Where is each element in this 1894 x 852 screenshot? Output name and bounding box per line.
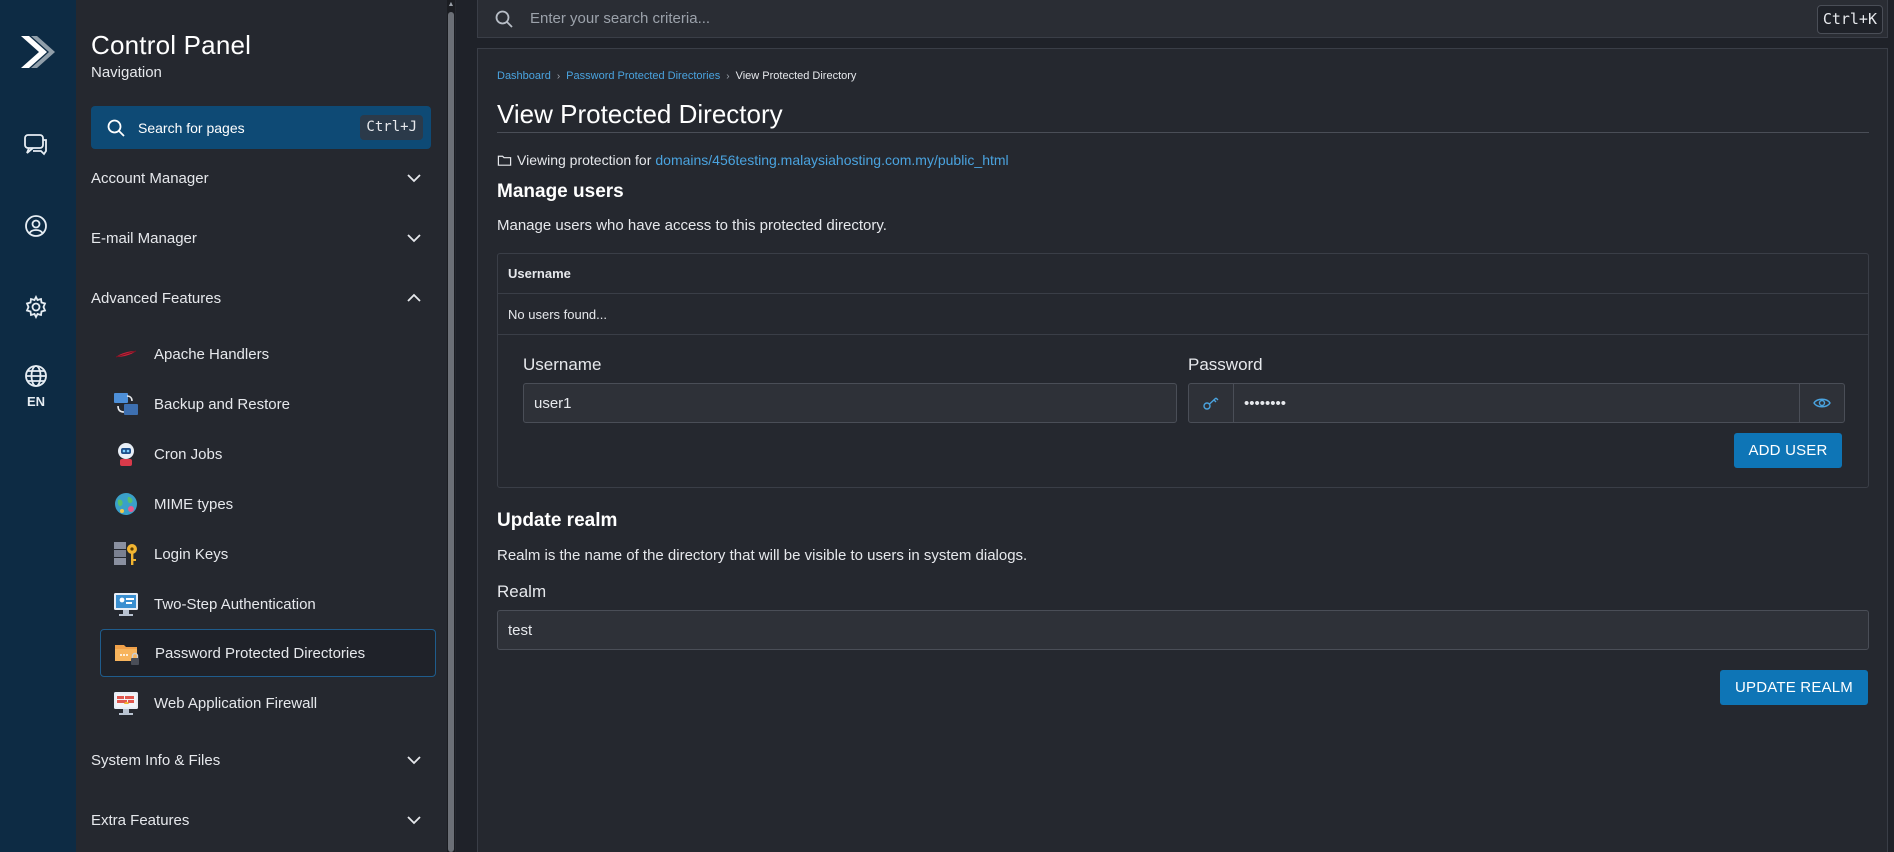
sidebar-item-label: Apache Handlers — [154, 345, 270, 363]
sidebar-item-label: Login Keys — [154, 545, 229, 563]
section-account-manager[interactable]: Account Manager — [91, 163, 423, 193]
user-circle-icon[interactable] — [20, 210, 52, 242]
sidebar-item-label: Password Protected Directories — [155, 644, 366, 662]
title-divider — [497, 132, 1869, 133]
chat-icon[interactable] — [20, 129, 52, 161]
section-extra-features[interactable]: Extra Features — [91, 805, 423, 835]
section-label: E-mail Manager — [91, 229, 197, 247]
section-email-manager[interactable]: E-mail Manager — [91, 223, 423, 253]
panel-title: Control Panel — [91, 30, 252, 60]
section-label: Extra Features — [91, 811, 190, 829]
sidebar-item-label: Two-Step Authentication — [154, 595, 316, 613]
users-table-header: Username — [498, 254, 1868, 294]
logo-icon[interactable] — [17, 32, 55, 72]
eye-icon — [1813, 398, 1831, 408]
main-content: Dashboard › Password Protected Directori… — [477, 48, 1888, 852]
sidebar-item-label: Backup and Restore — [154, 395, 290, 413]
monitor-icon — [112, 590, 140, 618]
folder-icon — [497, 155, 512, 166]
breadcrumb-link-password-protected-directories[interactable]: Password Protected Directories — [566, 70, 720, 82]
search-pages-button[interactable]: Search for pages Ctrl+J — [91, 106, 431, 149]
manage-users-description: Manage users who have access to this pro… — [497, 217, 887, 234]
sidebar-item-web-application-firewall[interactable]: Web Application Firewall — [100, 679, 436, 727]
key-icon — [112, 540, 140, 568]
search-icon — [107, 119, 125, 137]
section-label: Account Manager — [91, 169, 209, 187]
sidebar-item-label: MIME types — [154, 495, 234, 513]
chevron-down-icon — [407, 174, 421, 183]
breadcrumb-current: View Protected Directory — [735, 70, 857, 82]
sidebar-item-login-keys[interactable]: Login Keys — [100, 530, 436, 578]
viewing-prefix: Viewing protection for — [517, 152, 652, 168]
breadcrumb-link-dashboard[interactable]: Dashboard — [497, 70, 551, 82]
sidebar-item-password-protected-directories[interactable]: Password Protected Directories — [100, 629, 436, 677]
add-user-button[interactable]: ADD USER — [1734, 433, 1842, 468]
users-panel: Username No users found... Username Pass… — [497, 253, 1869, 488]
firewall-icon — [112, 689, 140, 717]
chevron-up-icon — [407, 293, 421, 302]
breadcrumb: Dashboard › Password Protected Directori… — [497, 70, 856, 82]
generate-password-button[interactable] — [1188, 383, 1234, 423]
chevron-down-icon — [407, 816, 421, 825]
sidebar-item-mime-types[interactable]: MIME types — [100, 480, 436, 528]
section-advanced-features[interactable]: Advanced Features — [91, 283, 423, 313]
username-label: Username — [523, 355, 602, 374]
nav-scrollbar[interactable]: ▲ — [447, 0, 455, 852]
users-table-empty: No users found... — [498, 294, 1868, 335]
mime-globe-icon — [112, 490, 140, 518]
feather-icon — [112, 340, 140, 368]
password-field[interactable] — [1233, 383, 1800, 423]
viewing-protection-line: Viewing protection for domains/456testin… — [497, 152, 1009, 168]
icon-rail: EN — [0, 0, 76, 852]
chevron-down-icon — [407, 756, 421, 765]
search-pages-label: Search for pages — [138, 119, 245, 136]
chevron-right-icon: › — [726, 70, 730, 82]
username-field[interactable] — [523, 383, 1177, 423]
globe-icon[interactable] — [20, 360, 52, 392]
sidebar-item-cron-jobs[interactable]: Cron Jobs — [100, 430, 436, 478]
section-label: Advanced Features — [91, 289, 222, 307]
page-title: View Protected Directory — [497, 99, 783, 129]
gear-icon[interactable] — [20, 291, 52, 323]
chevron-down-icon — [407, 234, 421, 243]
global-search-bar[interactable]: Enter your search criteria... Ctrl+K — [477, 0, 1888, 38]
chevron-right-icon: › — [556, 70, 561, 82]
update-realm-description: Realm is the name of the directory that … — [497, 547, 1028, 564]
search-input[interactable]: Enter your search criteria... — [530, 10, 710, 27]
cron-robot-icon — [112, 440, 140, 468]
manage-users-heading: Manage users — [497, 181, 624, 202]
scroll-up-arrow-icon[interactable]: ▲ — [447, 1, 455, 8]
language-label[interactable]: EN — [0, 394, 72, 409]
section-label: System Info & Files — [91, 751, 221, 769]
update-realm-button[interactable]: UPDATE REALM — [1720, 670, 1868, 705]
directory-path-link[interactable]: domains/456testing.malaysiahosting.com.m… — [655, 152, 1008, 168]
sidebar-item-label: Web Application Firewall — [154, 694, 318, 712]
update-realm-heading: Update realm — [497, 510, 618, 531]
key-generate-icon — [1203, 397, 1219, 410]
sidebar-item-two-step-authentication[interactable]: Two-Step Authentication — [100, 580, 436, 628]
search-shortcut: Ctrl+J — [360, 115, 423, 140]
password-label: Password — [1188, 355, 1263, 374]
navigation-panel: Control Panel Navigation Search for page… — [76, 0, 456, 852]
sidebar-item-label: Cron Jobs — [154, 445, 223, 463]
realm-label: Realm — [497, 582, 547, 601]
backup-icon — [112, 390, 140, 418]
toggle-password-visibility-button[interactable] — [1799, 383, 1845, 423]
panel-subtitle: Navigation — [91, 64, 162, 81]
locked-folder-icon — [113, 639, 141, 667]
sidebar-item-apache-handlers[interactable]: Apache Handlers — [100, 330, 436, 378]
realm-field[interactable] — [497, 610, 1869, 650]
search-icon — [495, 10, 513, 28]
sidebar-item-backup-and-restore[interactable]: Backup and Restore — [100, 380, 436, 428]
section-system-info-files[interactable]: System Info & Files — [91, 745, 423, 775]
search-shortcut: Ctrl+K — [1816, 5, 1883, 34]
scrollbar-thumb[interactable] — [448, 12, 454, 852]
